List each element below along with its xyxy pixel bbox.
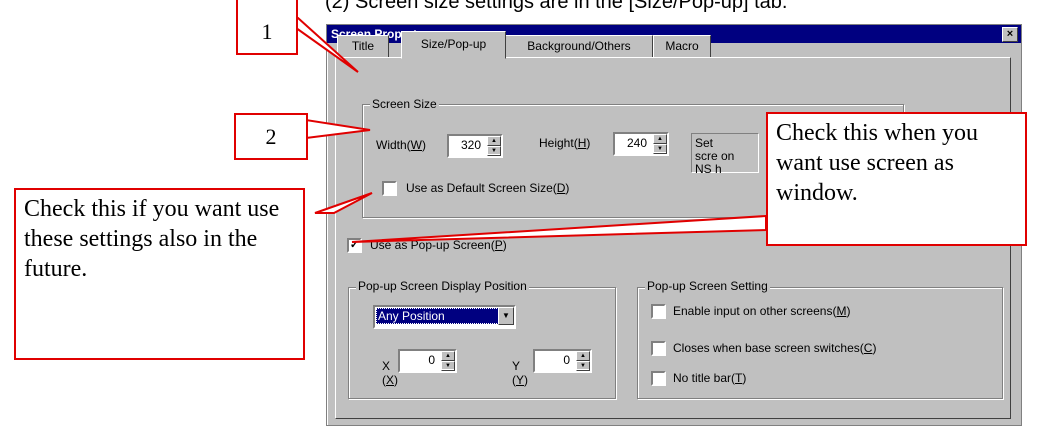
spin-down-icon[interactable]: ▼ — [576, 361, 590, 371]
x-value: 0 — [428, 353, 435, 367]
spin-down-icon[interactable]: ▼ — [653, 144, 667, 154]
popup-screen-checkbox[interactable]: ✓ — [347, 238, 362, 253]
no-title-bar-checkbox[interactable] — [651, 371, 666, 386]
tab-size-popup[interactable]: Size/Pop-up — [401, 31, 506, 59]
enable-input-checkbox[interactable] — [651, 304, 666, 319]
hint-box: Set scre on NS h — [691, 133, 759, 176]
height-spin-input[interactable]: 240 ▲ ▼ — [613, 132, 669, 156]
spin-down-icon[interactable]: ▼ — [487, 146, 501, 156]
y-spin-input[interactable]: 0 ▲ ▼ — [533, 349, 592, 373]
screen-size-group-label: Screen Size — [370, 97, 439, 111]
figure-caption: (2) Screen size settings are in the [Siz… — [325, 0, 788, 13]
default-screen-size-checkbox[interactable] — [382, 181, 397, 196]
callout-2: 2 — [234, 113, 308, 160]
no-title-bar-label: No title bar(T) — [673, 371, 747, 385]
height-value: 240 — [626, 136, 647, 150]
spin-up-icon[interactable]: ▲ — [653, 134, 667, 144]
closes-on-switch-label: Closes when base screen switches(C) — [673, 341, 877, 355]
x-spin-input[interactable]: 0 ▲ ▼ — [398, 349, 457, 373]
y-spinner[interactable]: ▲ ▼ — [576, 351, 590, 371]
callout-default-note: Check this if you want use these setting… — [14, 188, 305, 360]
width-spin-input[interactable]: 320 ▲ ▼ — [447, 134, 503, 158]
close-icon[interactable]: × — [1002, 27, 1018, 42]
position-dropdown[interactable]: Any Position ▼ — [373, 305, 516, 329]
height-spinner[interactable]: ▲ ▼ — [653, 134, 667, 154]
x-label: X (X) — [382, 359, 399, 387]
chevron-down-icon[interactable]: ▼ — [498, 307, 514, 325]
callout-1: 1 — [236, 0, 298, 55]
width-label: Width(W) — [376, 138, 426, 152]
spin-up-icon[interactable]: ▲ — [487, 136, 501, 146]
width-value: 320 — [460, 138, 481, 152]
popup-setting-group-label: Pop-up Screen Setting — [645, 279, 770, 293]
hint-text: Set scre on NS h — [695, 136, 735, 176]
spin-down-icon[interactable]: ▼ — [441, 361, 455, 371]
closes-on-switch-checkbox[interactable] — [651, 341, 666, 356]
tab-macro[interactable]: Macro — [653, 35, 711, 59]
callout-popup-note: Check this when you want use screen as w… — [766, 112, 1027, 246]
x-spinner[interactable]: ▲ ▼ — [441, 351, 455, 371]
tab-title[interactable]: Title — [337, 35, 389, 59]
display-position-group-label: Pop-up Screen Display Position — [356, 279, 529, 293]
tab-background-others[interactable]: Background/Others — [505, 35, 653, 59]
spin-up-icon[interactable]: ▲ — [441, 351, 455, 361]
y-label: Y (Y) — [512, 359, 529, 387]
width-spinner[interactable]: ▲ ▼ — [487, 136, 501, 156]
popup-screen-label: Use as Pop-up Screen(P) — [370, 238, 507, 252]
default-screen-size-label: Use as Default Screen Size(D) — [406, 181, 570, 195]
y-value: 0 — [563, 353, 570, 367]
position-selected: Any Position — [376, 308, 499, 324]
spin-up-icon[interactable]: ▲ — [576, 351, 590, 361]
height-label: Height(H) — [539, 136, 591, 150]
enable-input-label: Enable input on other screens(M) — [673, 304, 851, 318]
